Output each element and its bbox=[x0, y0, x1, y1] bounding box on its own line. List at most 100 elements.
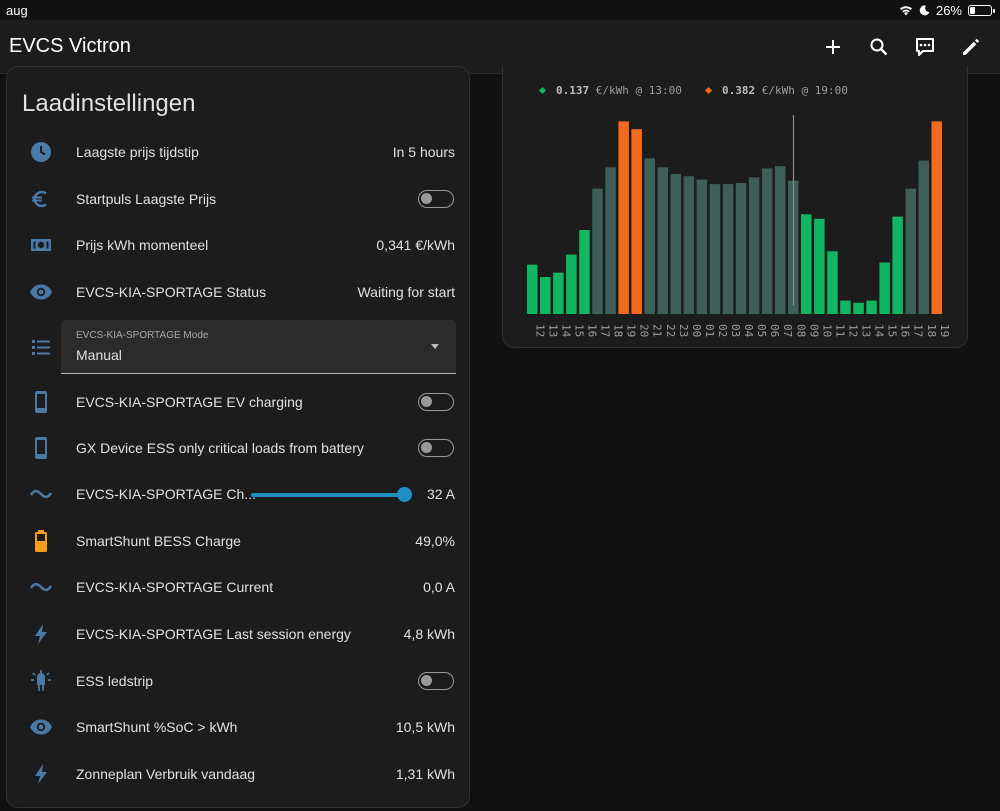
x-tick-label: 18 bbox=[925, 324, 938, 337]
x-tick-label: 13 bbox=[860, 324, 873, 337]
price-bar[interactable] bbox=[827, 251, 838, 314]
x-tick-label: 14 bbox=[873, 324, 886, 338]
gx-ess-toggle[interactable] bbox=[418, 439, 454, 457]
row-value: 0,0 A bbox=[423, 579, 455, 595]
led-strip-icon bbox=[29, 669, 53, 693]
row-label: SmartShunt %SoC > kWh bbox=[76, 719, 238, 735]
price-bar[interactable] bbox=[670, 174, 682, 314]
x-tick-label: 14 bbox=[559, 324, 572, 338]
row-bess-charge[interactable]: SmartShunt BESS Charge 49,0% bbox=[7, 521, 469, 561]
row-label: Zonneplan Verbruik vandaag bbox=[76, 766, 256, 782]
price-bar[interactable] bbox=[605, 167, 616, 314]
x-tick-label: 12 bbox=[533, 324, 546, 337]
price-bar[interactable] bbox=[631, 129, 642, 314]
price-bar[interactable] bbox=[722, 184, 734, 314]
row-value: 49,0% bbox=[415, 533, 455, 549]
x-tick-label: 12 bbox=[847, 324, 860, 337]
price-bar[interactable] bbox=[879, 262, 890, 315]
x-tick-label: 02 bbox=[716, 324, 729, 337]
price-bar[interactable] bbox=[905, 188, 917, 314]
x-tick-label: 09 bbox=[807, 324, 820, 337]
current-ac-icon bbox=[29, 575, 53, 599]
price-bar[interactable] bbox=[566, 254, 577, 314]
x-tick-label: 03 bbox=[729, 324, 742, 337]
x-tick-label: 19 bbox=[938, 324, 951, 337]
price-bar[interactable] bbox=[735, 183, 747, 314]
x-tick-label: 06 bbox=[768, 324, 781, 337]
price-bar[interactable] bbox=[592, 188, 603, 314]
x-tick-label: 07 bbox=[781, 324, 794, 337]
price-bar[interactable] bbox=[618, 121, 629, 315]
price-bar[interactable] bbox=[657, 167, 669, 314]
x-tick-label: 13 bbox=[546, 324, 559, 337]
x-tick-label: 16 bbox=[899, 324, 912, 337]
row-label: GX Device ESS only critical loads from b… bbox=[76, 440, 364, 456]
ess-ledstrip-toggle[interactable] bbox=[418, 672, 454, 690]
row-label: EVCS-KIA-SPORTAGE EV charging bbox=[76, 394, 303, 410]
cellphone-icon bbox=[29, 390, 53, 414]
row-label: SmartShunt BESS Charge bbox=[76, 533, 241, 549]
row-last-session-energy[interactable]: EVCS-KIA-SPORTAGE Last session energy 4,… bbox=[7, 614, 469, 654]
charge-current-slider[interactable] bbox=[251, 487, 412, 502]
price-bar[interactable] bbox=[540, 277, 551, 314]
row-ev-charging: EVCS-KIA-SPORTAGE EV charging bbox=[7, 382, 469, 422]
price-bar[interactable] bbox=[709, 184, 721, 314]
row-charge-current: EVCS-KIA-SPORTAGE Ch... 32 A bbox=[7, 474, 469, 514]
x-tick-label: 05 bbox=[755, 324, 768, 337]
price-bar[interactable] bbox=[814, 218, 825, 314]
x-tick-label: 23 bbox=[677, 324, 690, 337]
row-zonneplan-usage[interactable]: Zonneplan Verbruik vandaag 1,31 kWh bbox=[7, 754, 469, 794]
price-bar[interactable] bbox=[748, 177, 760, 314]
current-ac-icon bbox=[29, 482, 53, 506]
row-value: 10,5 kWh bbox=[395, 719, 455, 735]
row-value: 4,8 kWh bbox=[403, 626, 455, 642]
price-bar[interactable] bbox=[801, 214, 812, 314]
price-bar[interactable] bbox=[775, 166, 786, 314]
battery-icon bbox=[29, 529, 53, 553]
price-bar[interactable] bbox=[553, 272, 564, 314]
price-bar[interactable] bbox=[866, 300, 877, 314]
x-tick-label: 17 bbox=[599, 324, 612, 337]
x-tick-label: 15 bbox=[886, 324, 899, 337]
x-tick-label: 22 bbox=[664, 324, 677, 337]
flash-icon bbox=[29, 762, 53, 786]
row-value: 32 A bbox=[426, 486, 455, 502]
row-soc-kwh[interactable]: SmartShunt %SoC > kWh 10,5 kWh bbox=[7, 707, 469, 747]
price-bar[interactable] bbox=[527, 264, 538, 314]
row-value: 1,31 kWh bbox=[395, 766, 455, 782]
x-tick-label: 15 bbox=[572, 324, 585, 337]
price-bar[interactable] bbox=[696, 179, 708, 314]
price-bar[interactable] bbox=[683, 176, 695, 314]
x-tick-label: 20 bbox=[638, 324, 651, 337]
ev-charging-toggle[interactable] bbox=[418, 393, 454, 411]
row-ess-ledstrip: ESS ledstrip bbox=[7, 661, 469, 701]
row-label: EVCS-KIA-SPORTAGE Last session energy bbox=[76, 626, 351, 642]
price-bar[interactable] bbox=[840, 300, 851, 314]
x-tick-label: 08 bbox=[794, 324, 807, 337]
slider-thumb[interactable] bbox=[397, 487, 412, 502]
row-evcs-current[interactable]: EVCS-KIA-SPORTAGE Current 0,0 A bbox=[7, 567, 469, 607]
price-bar[interactable] bbox=[761, 168, 773, 314]
flash-icon bbox=[29, 622, 53, 646]
price-bar[interactable] bbox=[644, 158, 656, 314]
x-tick-label: 16 bbox=[586, 324, 599, 337]
price-bar[interactable] bbox=[931, 121, 943, 315]
price-bar[interactable] bbox=[892, 216, 903, 314]
row-label: ESS ledstrip bbox=[76, 673, 154, 689]
price-bar[interactable] bbox=[579, 230, 590, 314]
eye-icon bbox=[29, 715, 53, 739]
x-tick-label: 21 bbox=[651, 324, 664, 337]
x-tick-label: 10 bbox=[820, 324, 833, 337]
x-tick-label: 01 bbox=[703, 324, 716, 337]
x-tick-label: 11 bbox=[833, 324, 846, 337]
row-gx-ess: GX Device ESS only critical loads from b… bbox=[7, 428, 469, 468]
x-tick-label: 19 bbox=[625, 324, 638, 337]
price-bar[interactable] bbox=[918, 160, 930, 314]
x-tick-label: 17 bbox=[912, 324, 925, 337]
price-bar[interactable] bbox=[853, 302, 864, 314]
x-tick-label: 04 bbox=[742, 324, 755, 338]
row-label: EVCS-KIA-SPORTAGE Ch... bbox=[76, 486, 256, 502]
row-label: EVCS-KIA-SPORTAGE Current bbox=[76, 579, 274, 595]
x-tick-label: 00 bbox=[690, 324, 703, 337]
x-tick-label: 18 bbox=[612, 324, 625, 337]
